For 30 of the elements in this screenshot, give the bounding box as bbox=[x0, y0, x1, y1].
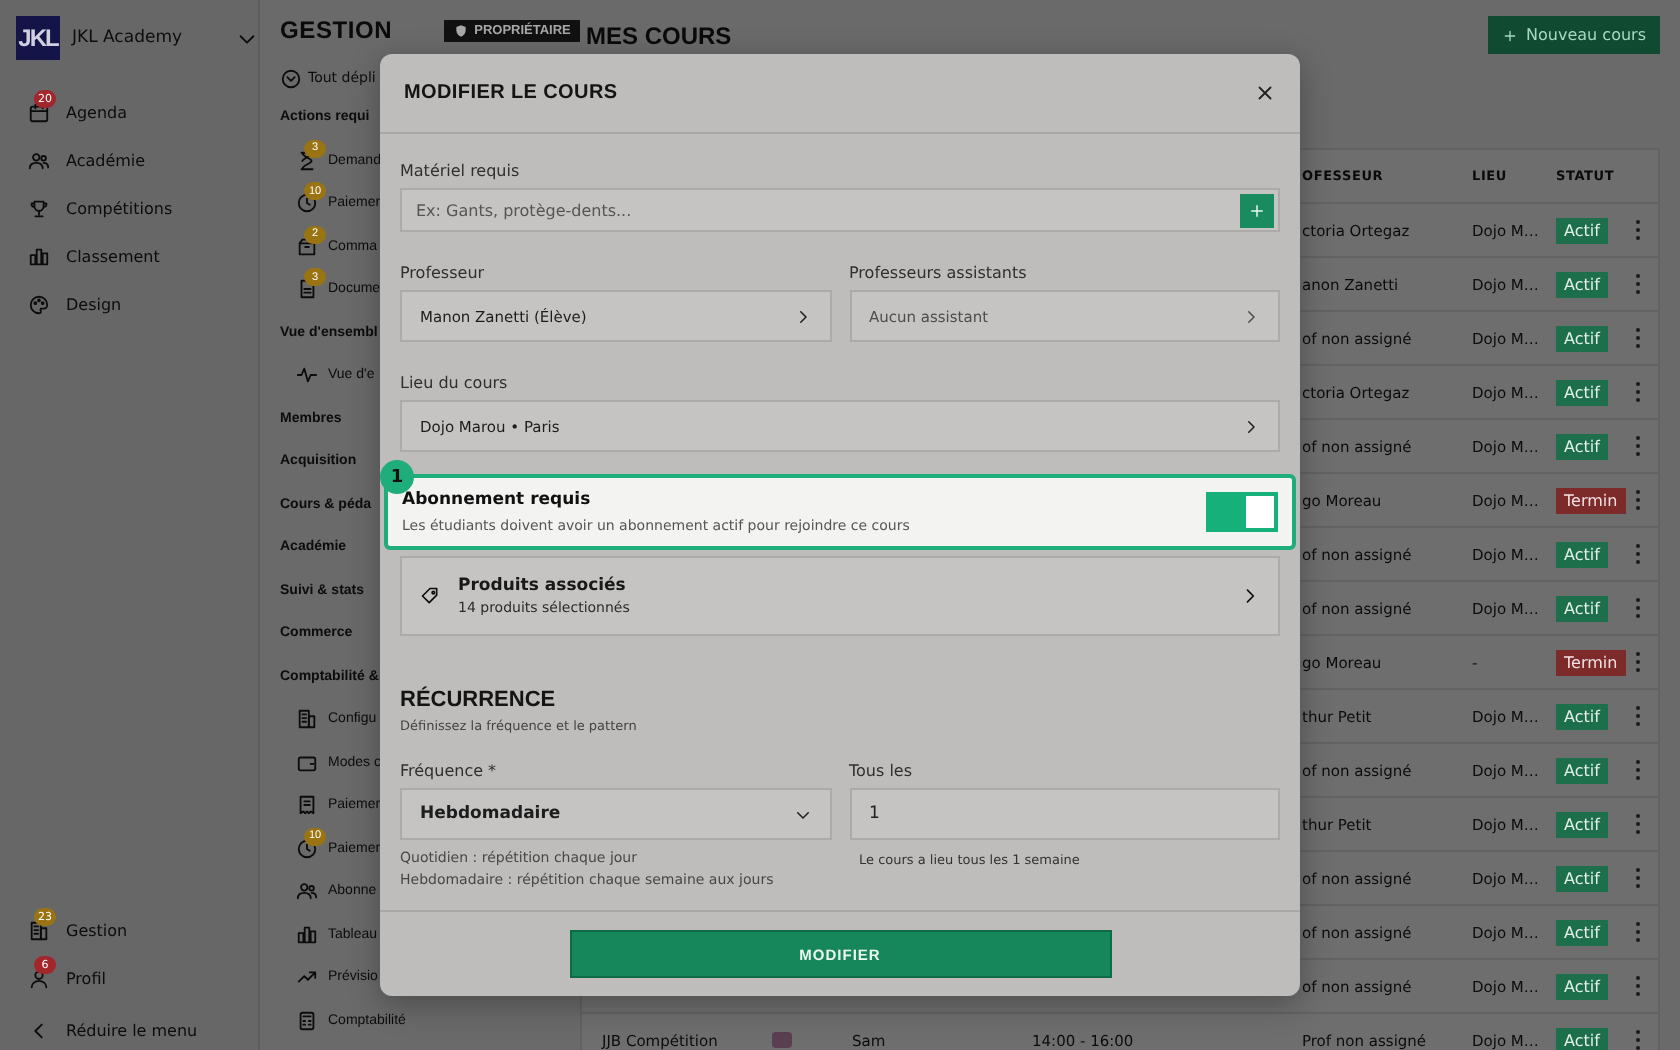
field-label: Fréquence * bbox=[400, 762, 499, 780]
status-tag: Actif bbox=[1556, 433, 1608, 459]
dialog-title: MODIFIER LE COURS bbox=[404, 82, 618, 104]
status-tag: Actif bbox=[1556, 325, 1608, 351]
status-tag: Actif bbox=[1556, 217, 1608, 243]
status-tag: Termin bbox=[1556, 487, 1626, 513]
status-tag: Actif bbox=[1556, 865, 1608, 891]
status-tag: Termin bbox=[1556, 649, 1626, 675]
status-tag: Actif bbox=[1556, 541, 1608, 567]
section-title: GESTION bbox=[280, 16, 393, 44]
page-title: MES COURS bbox=[586, 22, 732, 50]
section-heading: RÉCURRENCE bbox=[400, 688, 558, 712]
status-tag: Actif bbox=[1556, 973, 1608, 999]
field-label: Professeurs assistants bbox=[849, 264, 1029, 282]
brand-logo: JKL bbox=[16, 16, 60, 60]
status-tag: Actif bbox=[1556, 271, 1608, 297]
field-label: Lieu du cours bbox=[400, 374, 510, 392]
status-tag: Actif bbox=[1556, 595, 1608, 621]
status-tag: Actif bbox=[1556, 919, 1608, 945]
status-tag: Actif bbox=[1556, 811, 1608, 837]
setting-title: Abonnement requis bbox=[402, 490, 593, 510]
field-label: Tous les bbox=[849, 762, 915, 780]
field-label: Matériel requis bbox=[400, 162, 522, 180]
status-tag: Actif bbox=[1556, 703, 1608, 729]
status-tag: Actif bbox=[1556, 379, 1608, 405]
field-label: Professeur bbox=[400, 264, 487, 282]
brand-name: JKL Academy bbox=[72, 28, 185, 48]
status-tag: Actif bbox=[1556, 757, 1608, 783]
step-badge: 1 bbox=[380, 460, 414, 494]
status-tag: Actif bbox=[1556, 1027, 1608, 1050]
